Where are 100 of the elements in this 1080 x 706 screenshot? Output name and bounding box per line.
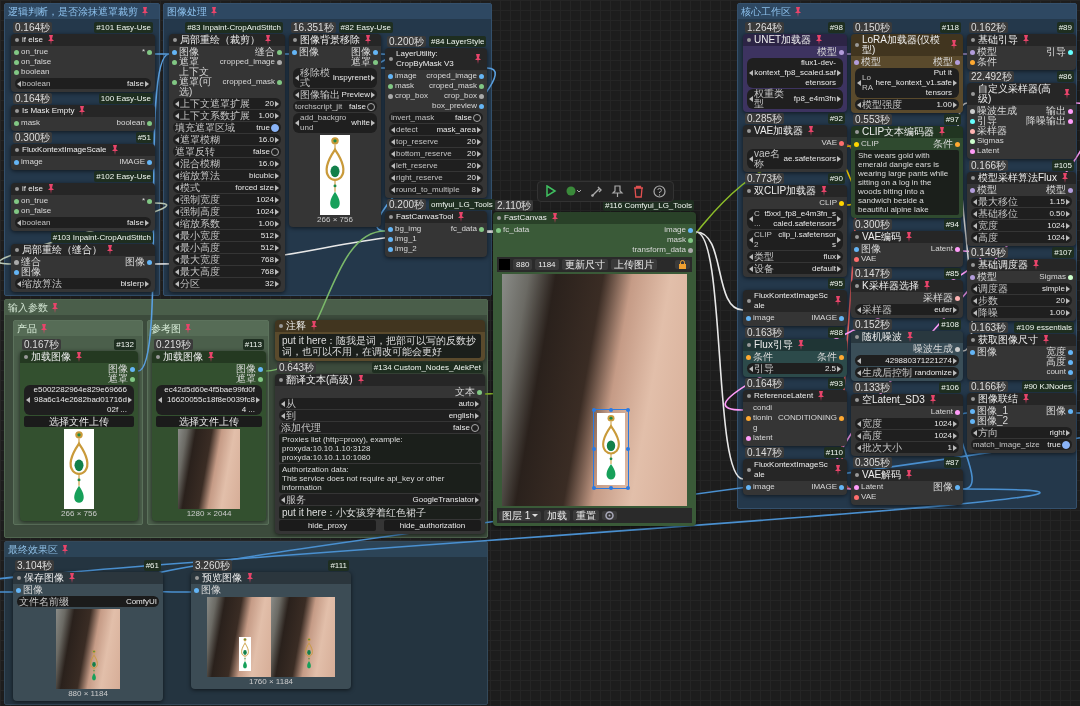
node-header[interactable]: 获取图像尺寸 bbox=[967, 334, 1076, 346]
node-header[interactable]: LoRA加载器(仅模型) bbox=[851, 34, 963, 56]
number-field[interactable]: 遮罩模糊 16.0 bbox=[173, 134, 281, 145]
dropdown-field[interactable]: 采样器 euler bbox=[855, 304, 959, 315]
node-header[interactable]: 双CLIP加载器 bbox=[743, 185, 847, 197]
toggle-field[interactable]: match_image_size true bbox=[971, 439, 1072, 450]
toggle-field[interactable]: invert_mask false bbox=[389, 112, 483, 123]
number-field[interactable]: 分区 32 bbox=[173, 278, 281, 289]
node-header[interactable]: 图像背景移除 bbox=[289, 34, 381, 46]
text-area[interactable]: Proxies list (http=proxy), example: proxyda:10.10.1.10:3128 proxyda:10.10.1.10:1080 bbox=[279, 434, 481, 463]
dropdown-field[interactable]: 设备 default bbox=[747, 263, 843, 274]
node-card[interactable]: 双CLIP加载器 CLIP C... t5xxl_fp8_e4m3fn_scaled.safetensors CLIP2 clip_l.safetensors 类型 flux 设备 default bbox=[743, 185, 847, 277]
node-header[interactable]: 局部重绘（裁剪） bbox=[169, 34, 285, 46]
dropdown-field[interactable]: flux1-dev-kontext_fp8_scaled.safetensors bbox=[747, 58, 843, 88]
node-card[interactable]: VAE编码 图像 Latent VAE bbox=[851, 231, 963, 267]
node-card[interactable]: if else on_true * on_false boolean boolean false bbox=[11, 34, 155, 92]
number-field[interactable]: 高度 1024 bbox=[855, 430, 959, 441]
text-area[interactable]: She wears gold with emerald dangle ears is wearing large pants while sitting on a log in the woods biting into a sandwich beside a beautiful alpine lake bbox=[855, 150, 959, 215]
number-field[interactable]: 批次大小 1 bbox=[855, 442, 959, 453]
node-header[interactable]: if else bbox=[11, 34, 155, 46]
dropdown-field[interactable]: 生成后控制 randomize bbox=[855, 367, 959, 378]
number-field[interactable]: 降噪 1.00 bbox=[971, 307, 1072, 318]
dropdown-field[interactable]: 图像输出 Preview bbox=[293, 89, 377, 100]
node-header[interactable]: 局部重绘（缝合） bbox=[11, 244, 155, 256]
node-card[interactable]: FluxKontextImageScale image IMAGE bbox=[743, 459, 847, 495]
node-header[interactable]: FluxKontextImageScale bbox=[743, 459, 847, 481]
number-field[interactable]: 最小宽度 512 bbox=[173, 230, 281, 241]
number-field[interactable]: 最大高度 768 bbox=[173, 266, 281, 277]
node-header[interactable]: if else bbox=[11, 183, 155, 195]
height-field[interactable]: 1184 bbox=[535, 259, 559, 270]
number-field[interactable]: 429880371221274 bbox=[855, 355, 959, 366]
node-card[interactable]: ReferenceLatent conditioning CONDITIONING latent bbox=[743, 390, 847, 446]
upload-button[interactable]: 选择文件上传 bbox=[24, 416, 134, 427]
node-card[interactable]: 加载图像 图像 遮罩 ec42d5d60e4f5bae99fd0f16620055c18f8e0039fc84 ... 选择文件上传 1280 × 2044 bbox=[152, 351, 266, 521]
node-card[interactable]: if else on_true * on_false boolean false bbox=[11, 183, 155, 231]
node-header[interactable]: K采样器选择 bbox=[851, 280, 963, 292]
toolbar-button[interactable]: 更新尺寸 bbox=[561, 259, 608, 270]
node-header[interactable]: VAE加载器 bbox=[743, 125, 847, 137]
node-header[interactable]: FastCanvasTool bbox=[385, 211, 487, 223]
number-field[interactable]: 强制高度 1024 bbox=[173, 206, 281, 217]
number-field[interactable]: 上下文系数扩展 1.00 bbox=[173, 110, 281, 121]
text-area[interactable]: put it here：随我是词，把部可以写的反数抄词，也可以不用，在调改可能会更好 bbox=[279, 334, 481, 358]
dropdown-field[interactable]: 模式 forced size bbox=[173, 182, 281, 193]
node-header[interactable]: CLIP文本编码器 bbox=[851, 126, 963, 138]
node-header[interactable]: FluxKontextImageScale bbox=[743, 290, 847, 312]
node-card[interactable]: FluxKontextImageScale image IMAGE bbox=[743, 290, 847, 326]
node-header[interactable]: 图像联结 bbox=[967, 393, 1076, 405]
node-card[interactable]: 预览图像 图像 1760 × 1184 bbox=[191, 572, 351, 689]
number-field[interactable]: 上下文遮罩扩展 20 bbox=[173, 98, 281, 109]
width-field[interactable]: 880 bbox=[513, 259, 533, 270]
node-card[interactable]: FastCanvasTool bg_img fc_data img_1 img_2 bbox=[385, 211, 487, 257]
upload-button[interactable]: 选择文件上传 bbox=[156, 416, 262, 427]
number-field[interactable]: 基础移位 0.50 bbox=[971, 208, 1072, 219]
node-card[interactable]: K采样器选择 采样器 采样器 euler bbox=[851, 280, 963, 318]
group-panel[interactable]: 参考图 加载图像 图像 遮罩 ec42d5d60e4f5bae99fd0f16620055c18f8e0039fc84 ... 选择文件上传 1280 × 2044 0.219秒 #113 bbox=[147, 320, 269, 525]
node-header[interactable]: 加载图像 bbox=[152, 351, 266, 363]
dropdown-field[interactable]: 方向 right bbox=[971, 427, 1072, 438]
dropdown-field[interactable]: 到 english bbox=[279, 410, 481, 421]
node-card[interactable]: 模型采样算法Flux 模型 模型 最大移位 1.15 基础移位 0.50 宽度 1024 高度 1024 bbox=[967, 172, 1076, 246]
node-header[interactable]: 空Latent_SD3 bbox=[851, 394, 963, 406]
node-header[interactable]: 模型采样算法Flux bbox=[967, 172, 1076, 184]
number-field[interactable]: 宽度 1024 bbox=[855, 418, 959, 429]
toggle-field[interactable]: 添加代理 false bbox=[279, 422, 481, 433]
number-field[interactable]: 缩放系数 1.00 bbox=[173, 218, 281, 229]
node-card[interactable]: FastCanvas fc_data image mask transform_data 880 1184 更新尺寸 上传图片 图层 1 加载 重置 bbox=[493, 212, 696, 526]
number-field[interactable]: boolean false bbox=[15, 217, 151, 228]
node-header[interactable]: 翻译文本(高级) bbox=[275, 374, 485, 386]
node-header[interactable]: VAE编码 bbox=[851, 231, 963, 243]
node-header[interactable]: LayerUtility: CropByMask V3 bbox=[385, 48, 487, 70]
node-card[interactable]: CLIP文本编码器 CLIP 条件 She wears gold with emerald dangle ears is wearing large pants while sitting on a log in the woods biting into a sandwich beside a beautiful alpine lake bbox=[851, 126, 963, 218]
number-field[interactable]: left_reserve 20 bbox=[389, 160, 483, 171]
text-area[interactable]: Authorization data: This service does not require api_key or other information bbox=[279, 464, 481, 493]
number-field[interactable]: 最大宽度 768 bbox=[173, 254, 281, 265]
node-header[interactable]: FastCanvas bbox=[493, 212, 696, 224]
node-card[interactable]: 基础调度器 模型 Sigmas 调度器 simple 步数 20 降噪 1.00 bbox=[967, 259, 1076, 321]
dropdown-field[interactable]: detect mask_area bbox=[389, 124, 483, 135]
node-header[interactable]: UNET加载器 bbox=[743, 34, 847, 46]
group-panel[interactable]: 产品 加载图像 图像 遮罩 e5002282964e829e6966698a6c14e2682bad01716d02f ... 选择文件上传 266 × 756 0.167秒 #132 bbox=[13, 320, 143, 525]
number-field[interactable]: top_reserve 20 bbox=[389, 136, 483, 147]
node-header[interactable]: 基础引导 bbox=[967, 34, 1076, 46]
number-field[interactable]: 模型强度 1.00 bbox=[855, 99, 959, 110]
node-card[interactable]: 局部重绘（缝合） 缝合 图像 图像 缩放算法 bislerp bbox=[11, 244, 155, 292]
node-header[interactable]: 加载图像 bbox=[20, 351, 138, 363]
text-field[interactable]: 文件名前缀 ComfyUI bbox=[17, 596, 159, 607]
dropdown-field[interactable]: 从 auto bbox=[279, 398, 481, 409]
node-header[interactable]: ReferenceLatent bbox=[743, 390, 847, 402]
node-header[interactable]: Is Mask Empty bbox=[11, 105, 155, 117]
number-field[interactable]: 引导 2.5 bbox=[747, 363, 843, 374]
node-card[interactable]: FluxKontextImageScale image IMAGE bbox=[11, 144, 155, 170]
toolbar-button[interactable]: 上传图片 bbox=[610, 259, 657, 270]
node-card[interactable]: 加载图像 图像 遮罩 e5002282964e829e6966698a6c14e2682bad01716d02f ... 选择文件上传 266 × 756 bbox=[20, 351, 138, 521]
dropdown-field[interactable]: 缩放算法 bislerp bbox=[15, 278, 151, 289]
number-field[interactable]: 强制宽度 1024 bbox=[173, 194, 281, 205]
dropdown-field[interactable]: 类型 flux bbox=[747, 251, 843, 262]
number-field[interactable]: 高度 1024 bbox=[971, 232, 1072, 243]
node-card[interactable]: 空Latent_SD3 Latent 宽度 1024 高度 1024 批次大小 1 bbox=[851, 394, 963, 456]
node-card[interactable]: Flux引导 条件 条件 引导 2.5 bbox=[743, 339, 847, 377]
node-card[interactable]: 基础引导 模型 引导 条件 bbox=[967, 34, 1076, 70]
number-field[interactable]: 宽度 1024 bbox=[971, 220, 1072, 231]
node-header[interactable]: 自定义采样器(高级) bbox=[967, 83, 1076, 105]
